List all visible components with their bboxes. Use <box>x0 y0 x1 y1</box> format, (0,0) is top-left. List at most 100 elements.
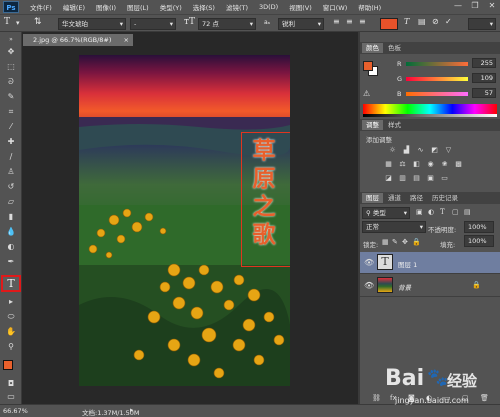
filter-pixel-icon[interactable]: ▣ <box>416 208 423 216</box>
blend-mode-select[interactable]: 正常 ▾ <box>362 221 426 233</box>
screen-mode-icon[interactable]: ▭ <box>4 391 18 402</box>
filter-smart-icon[interactable]: ▤ <box>464 208 471 216</box>
vibrance-icon[interactable]: ▽ <box>444 146 453 155</box>
color-balance-icon[interactable]: ⚖ <box>398 160 407 169</box>
clone-stamp-tool-icon[interactable]: ♙ <box>4 166 18 177</box>
menu-select[interactable]: 选择(S) <box>193 2 215 12</box>
menu-edit[interactable]: 编辑(E) <box>63 2 85 12</box>
layer-row-text[interactable]: 👁 T 图层 1 <box>360 252 500 274</box>
tab-layers[interactable]: 图层 <box>362 193 383 203</box>
menu-3d[interactable]: 3D(D) <box>259 3 278 11</box>
crop-tool-icon[interactable]: ⌗ <box>4 106 18 117</box>
green-value[interactable]: 109 <box>472 73 496 83</box>
foreground-color-chip[interactable] <box>363 61 373 71</box>
exposure-icon[interactable]: ◩ <box>430 146 439 155</box>
status-menu-arrow-icon[interactable]: ▸ <box>130 406 134 414</box>
grayscale-ramp[interactable] <box>363 114 497 117</box>
opacity-input[interactable]: 100% <box>464 221 494 233</box>
brush-tool-icon[interactable]: ∕ <box>4 151 18 162</box>
character-panel-icon[interactable]: ▤ <box>418 17 426 26</box>
brightness-icon[interactable]: ☼ <box>388 146 397 155</box>
red-slider[interactable] <box>406 62 468 66</box>
font-size-select[interactable]: 72 点 ▾ <box>198 18 256 30</box>
zoom-level[interactable]: 66.67% <box>3 407 28 415</box>
layer-filter-select[interactable]: ⚲ 类型 ▾ <box>362 207 410 219</box>
font-style-select[interactable]: - ▾ <box>130 18 176 30</box>
move-tool-icon[interactable]: ✥ <box>4 46 18 57</box>
tab-paths[interactable]: 路径 <box>406 193 427 203</box>
type-tool-preset-icon[interactable]: T <box>4 17 10 27</box>
menu-type[interactable]: 类型(Y) <box>160 2 182 12</box>
filter-adjust-icon[interactable]: ◐ <box>428 208 434 216</box>
vertical-text-layer[interactable]: 草原之歌 <box>249 137 279 249</box>
lasso-tool-icon[interactable]: ᘐ <box>4 76 18 87</box>
quick-mask-icon[interactable]: ◘ <box>4 378 18 389</box>
close-tab-icon[interactable]: × <box>124 34 129 46</box>
minimize-button[interactable]: — <box>452 1 464 11</box>
text-color-swatch[interactable] <box>380 18 398 30</box>
menu-file[interactable]: 文件(F) <box>30 2 52 12</box>
align-right-icon[interactable]: ≡ <box>359 17 366 26</box>
photo-filter-icon[interactable]: ◉ <box>426 160 435 169</box>
shape-tool-icon[interactable]: ⬭ <box>4 311 18 322</box>
menu-help[interactable]: 帮助(H) <box>358 2 381 12</box>
quick-select-tool-icon[interactable]: ✎ <box>4 91 18 102</box>
menu-filter[interactable]: 滤镜(T) <box>226 2 248 12</box>
text-orientation-icon[interactable]: ⇅ <box>34 17 42 27</box>
font-family-select[interactable]: 华文琥珀 ▾ <box>58 18 126 30</box>
blue-slider[interactable] <box>406 92 468 96</box>
tab-color[interactable]: 颜色 <box>362 43 383 53</box>
link-layers-icon[interactable]: ⛓ <box>372 394 381 402</box>
lock-transparent-icon[interactable]: ▦ <box>382 238 389 246</box>
levels-icon[interactable]: ▟ <box>402 146 411 155</box>
type-tool-icon[interactable]: T <box>1 275 21 292</box>
align-left-icon[interactable]: ≡ <box>333 17 340 26</box>
black-white-icon[interactable]: ◧ <box>412 160 421 169</box>
eraser-tool-icon[interactable]: ▱ <box>4 196 18 207</box>
zoom-tool-icon[interactable]: ⚲ <box>4 341 18 352</box>
posterize-icon[interactable]: ▥ <box>398 174 407 183</box>
fill-input[interactable]: 100% <box>464 235 494 247</box>
restore-button[interactable]: ❐ <box>469 1 481 11</box>
align-center-icon[interactable]: ≡ <box>346 17 353 26</box>
layer-name[interactable]: 背景 <box>398 282 411 292</box>
green-slider[interactable] <box>406 77 468 81</box>
color-spectrum[interactable] <box>363 104 497 114</box>
antialias-select[interactable]: 锐利 ▾ <box>278 18 324 30</box>
curves-icon[interactable]: ∿ <box>416 146 425 155</box>
cancel-edit-icon[interactable]: ⊘ <box>432 17 439 26</box>
document-tab[interactable]: 2.jpg @ 66.7%(RGB/8#) × <box>23 34 133 46</box>
pen-tool-icon[interactable]: ✒ <box>4 256 18 267</box>
menu-view[interactable]: 视图(V) <box>289 2 312 12</box>
dodge-tool-icon[interactable]: ◐ <box>4 241 18 252</box>
close-button[interactable]: ✕ <box>486 1 498 11</box>
red-value[interactable]: 255 <box>472 58 496 68</box>
invert-icon[interactable]: ◪ <box>384 174 393 183</box>
marquee-tool-icon[interactable]: ⬚ <box>4 61 18 72</box>
gradient-tool-icon[interactable]: ▮ <box>4 211 18 222</box>
blur-tool-icon[interactable]: 💧 <box>4 226 18 237</box>
menu-layer[interactable]: 图层(L) <box>127 2 149 12</box>
layer-name[interactable]: 图层 1 <box>398 259 417 269</box>
color-lookup-icon[interactable]: ▩ <box>454 160 463 169</box>
eyedropper-tool-icon[interactable]: ⁄ <box>4 121 18 132</box>
visibility-eye-icon[interactable]: 👁 <box>364 281 374 291</box>
dropdown-arrow-icon[interactable]: ▾ <box>16 19 20 27</box>
gradient-map-icon[interactable]: ▭ <box>440 174 449 183</box>
lock-pixels-icon[interactable]: ✎ <box>392 238 398 246</box>
commit-edit-icon[interactable]: ✓ <box>445 17 452 26</box>
tab-styles[interactable]: 样式 <box>384 120 405 130</box>
menu-image[interactable]: 图像(I) <box>96 2 116 12</box>
workspace-select[interactable]: ▾ <box>468 18 496 30</box>
lock-all-icon[interactable]: 🔒 <box>412 238 421 246</box>
hand-tool-icon[interactable]: ✋ <box>4 326 18 337</box>
tab-channels[interactable]: 通道 <box>384 193 405 203</box>
blue-value[interactable]: 57 <box>472 88 496 98</box>
visibility-eye-icon[interactable]: 👁 <box>364 258 374 268</box>
document-canvas[interactable]: 草原之歌 <box>79 55 290 386</box>
lock-position-icon[interactable]: ✥ <box>402 238 408 246</box>
layer-row-background[interactable]: 👁 背景 🔒 <box>360 275 500 297</box>
selective-color-icon[interactable]: ▣ <box>426 174 435 183</box>
threshold-icon[interactable]: ▤ <box>412 174 421 183</box>
foreground-color-swatch[interactable] <box>3 360 13 370</box>
